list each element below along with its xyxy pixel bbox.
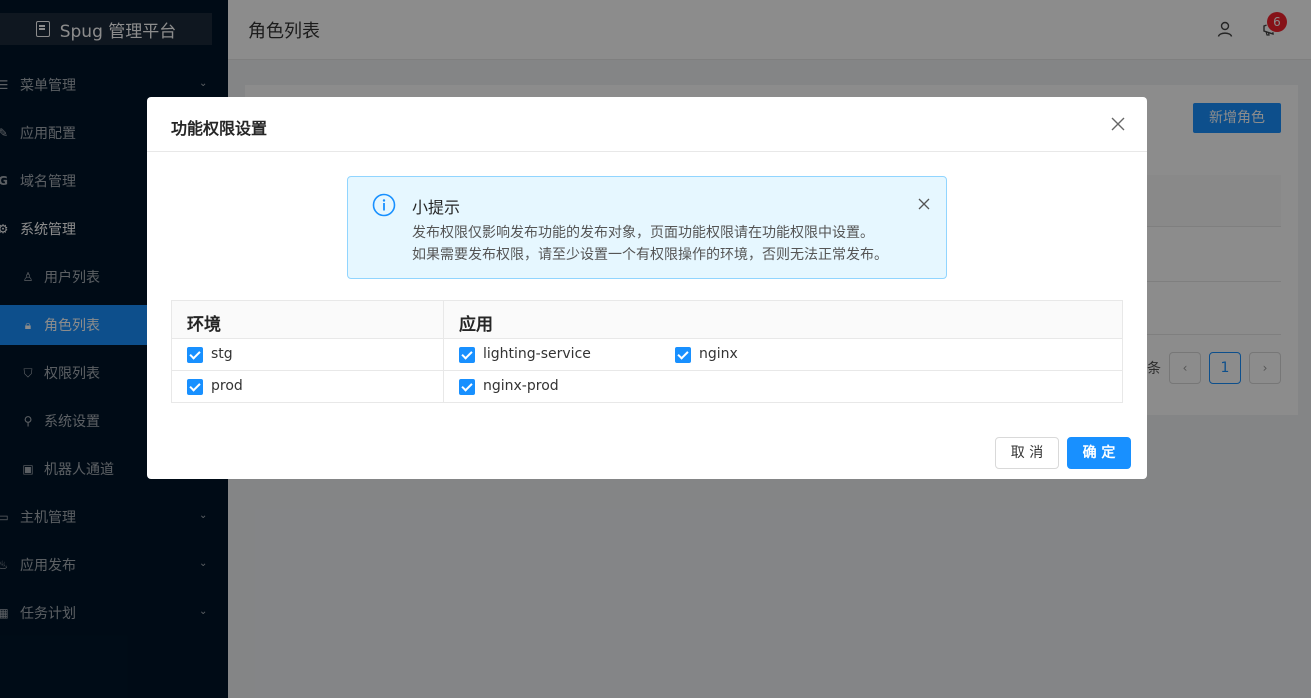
app-label: lighting-service (483, 346, 591, 362)
table-row-divider (172, 370, 1122, 371)
alert-description: 如果需要发布权限，请至少设置一个有权限操作的环境，否则无法正常发布。 (412, 247, 888, 263)
info-circle-icon (372, 193, 396, 217)
column-divider (443, 301, 444, 402)
app-label: nginx-prod (483, 378, 559, 394)
permission-modal: 功能权限设置 小提示 发布权限仅影响发布功能的发布对象，页面功能权限请在功能权限… (147, 97, 1147, 479)
tip-alert: 小提示 发布权限仅影响发布功能的发布对象，页面功能权限请在功能权限中设置。 如果… (347, 176, 947, 279)
confirm-button[interactable]: 确 定 (1067, 437, 1131, 469)
close-icon[interactable] (918, 198, 930, 210)
app-checkbox-nginx-prod[interactable] (459, 379, 475, 395)
env-checkbox-stg[interactable] (187, 347, 203, 363)
app-label: nginx (699, 346, 738, 362)
modal-title: 功能权限设置 (171, 119, 268, 138)
permission-table: 环境 应用 stg lighting-service nginx prod ng… (171, 300, 1123, 403)
app-checkbox-lighting-service[interactable] (459, 347, 475, 363)
alert-description: 发布权限仅影响发布功能的发布对象，页面功能权限请在功能权限中设置。 (412, 225, 874, 241)
env-checkbox-prod[interactable] (187, 379, 203, 395)
env-label: stg (211, 346, 233, 362)
table-header: 环境 应用 (172, 301, 1122, 339)
column-header-app: 应用 (459, 315, 493, 335)
close-icon[interactable] (1110, 116, 1126, 132)
column-header-env: 环境 (187, 315, 221, 335)
cancel-button[interactable]: 取 消 (995, 437, 1059, 469)
env-label: prod (211, 378, 243, 394)
alert-title: 小提示 (412, 198, 461, 217)
modal-divider (147, 151, 1147, 152)
app-checkbox-nginx[interactable] (675, 347, 691, 363)
